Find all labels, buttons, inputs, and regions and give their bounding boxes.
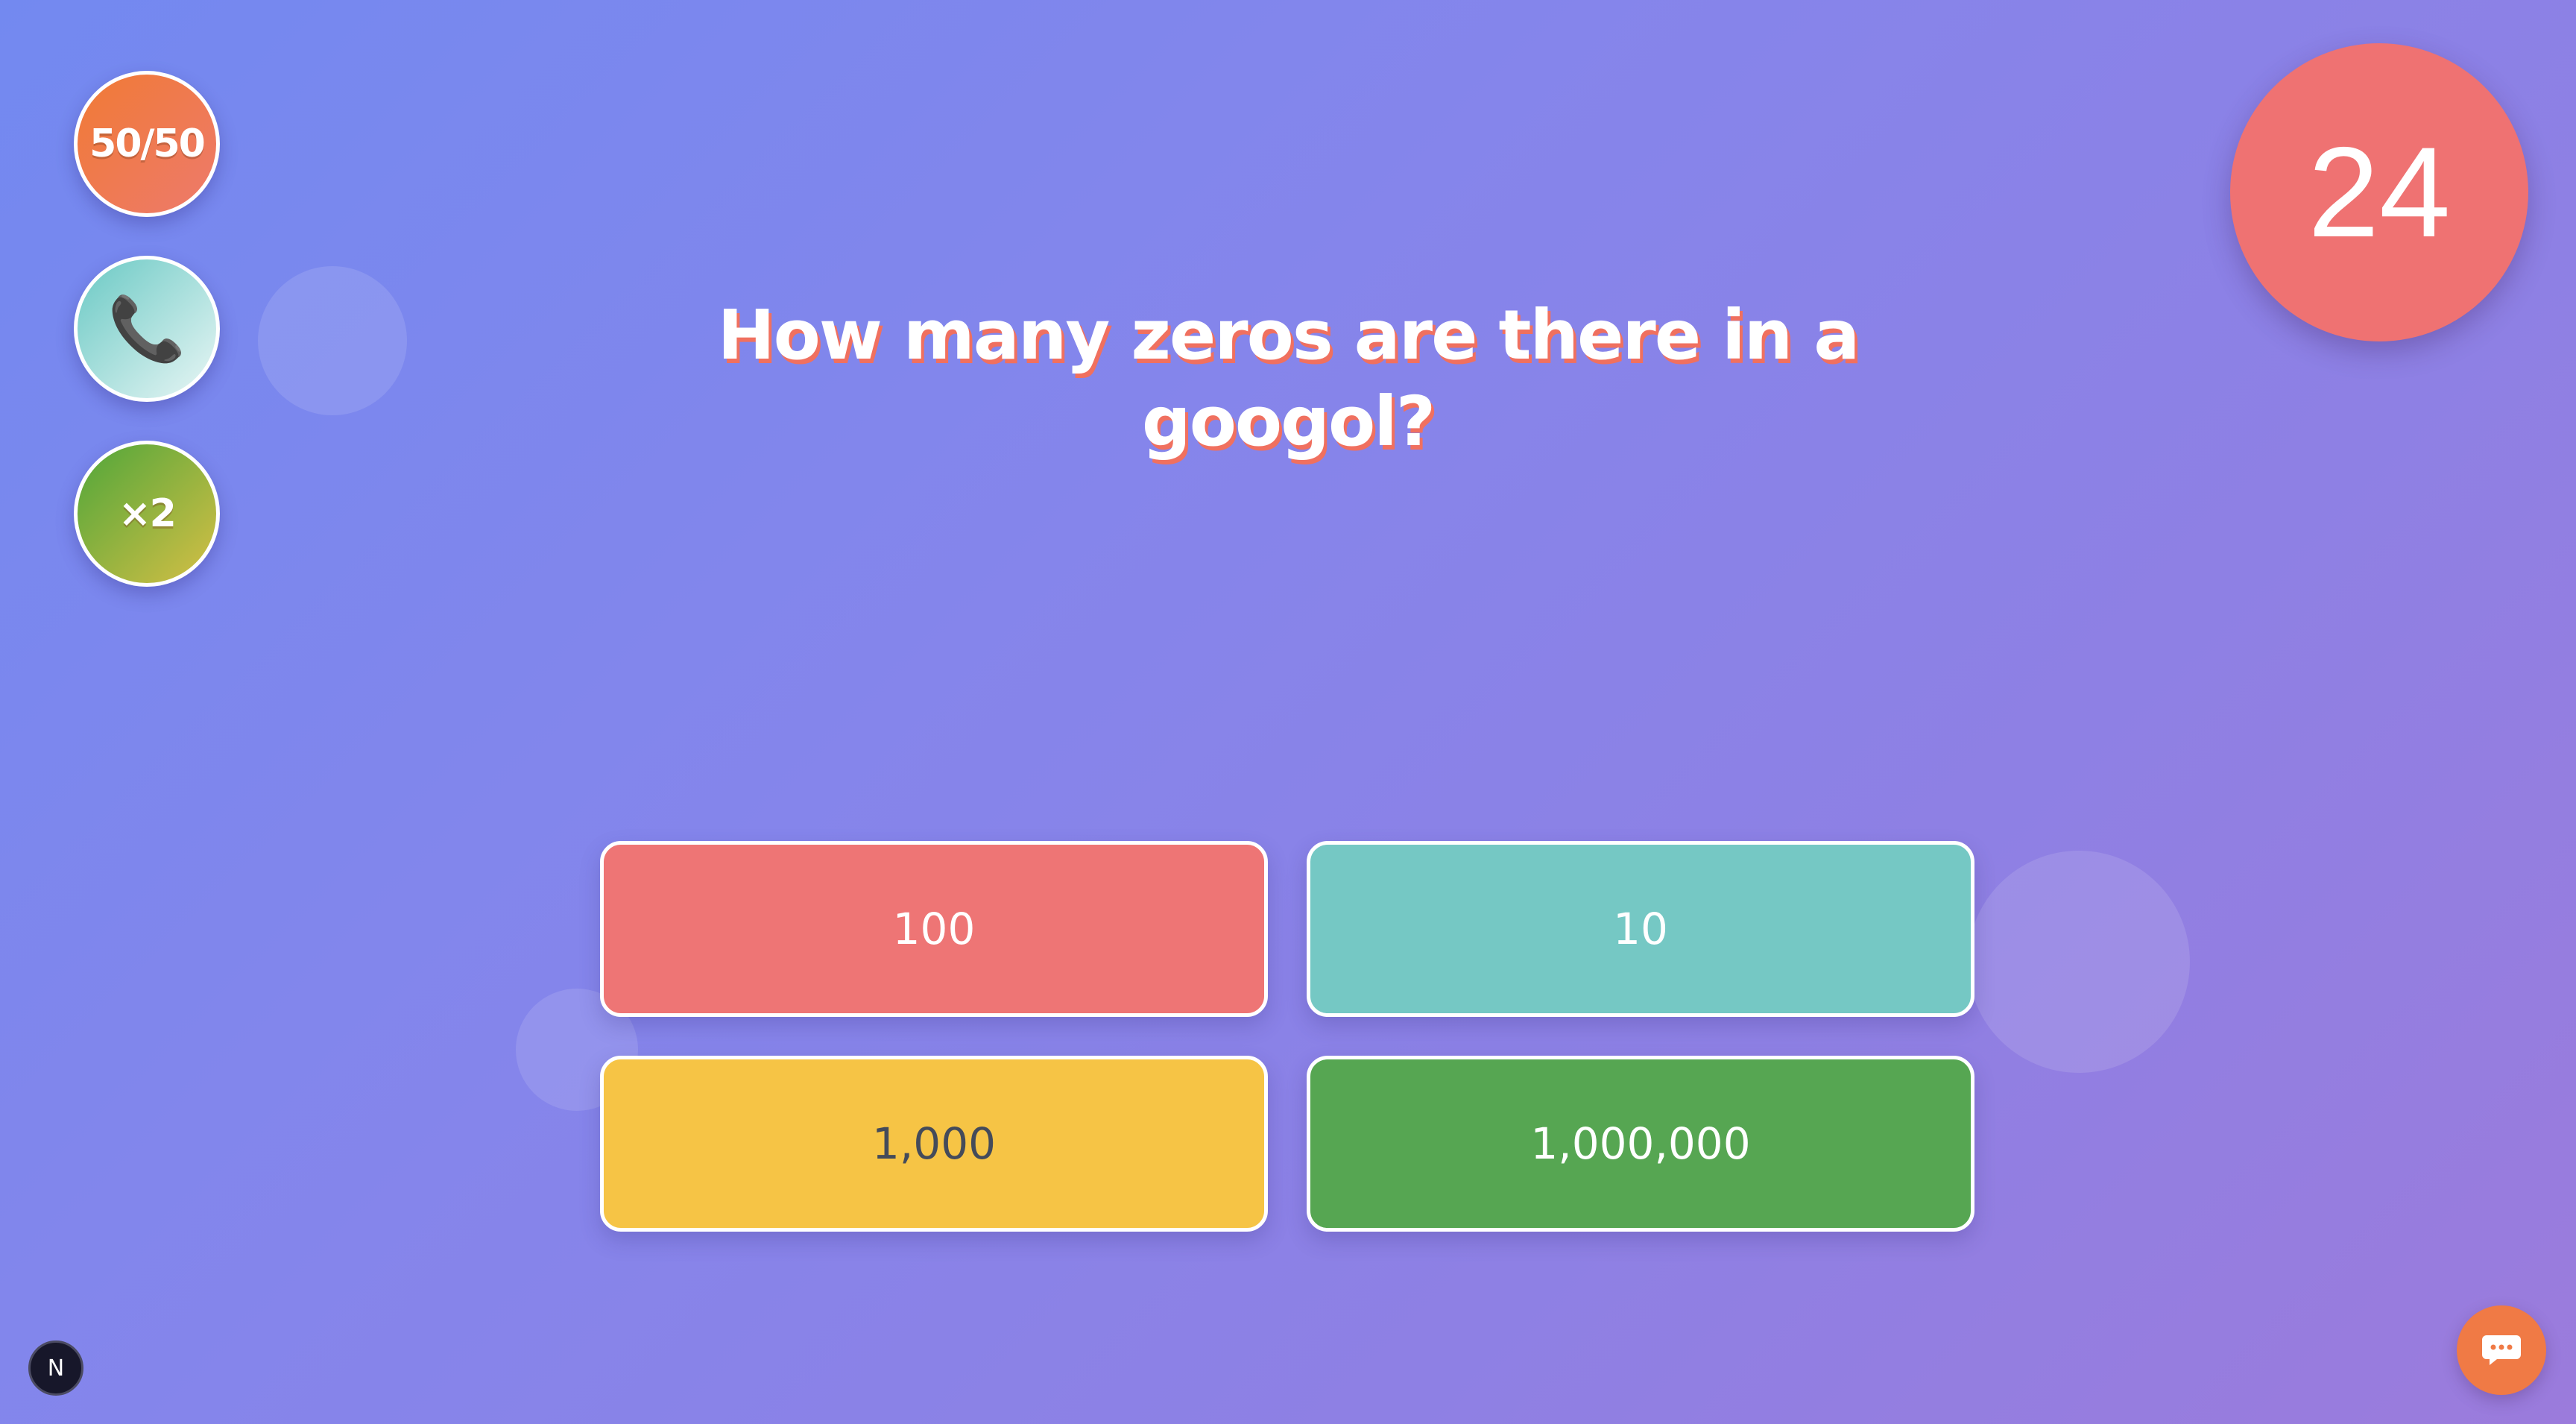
countdown-timer: 24 bbox=[2230, 43, 2528, 341]
question-text: How many zeros are there in a googol? bbox=[717, 295, 1860, 461]
dev-indicator-label: N bbox=[47, 1355, 65, 1382]
answer-option-a[interactable]: 100 bbox=[600, 841, 1268, 1017]
answer-option-label: 1,000 bbox=[871, 1118, 997, 1169]
decorative-bubble bbox=[1968, 851, 2190, 1073]
answer-option-c[interactable]: 1,000 bbox=[600, 1056, 1268, 1232]
fifty-fifty-label: 50/50 bbox=[89, 122, 206, 166]
chat-button[interactable] bbox=[2457, 1305, 2546, 1395]
answer-option-b[interactable]: 10 bbox=[1307, 841, 1974, 1017]
decorative-bubble bbox=[258, 266, 407, 415]
phone-icon: 📞 bbox=[107, 292, 186, 365]
dev-indicator-badge[interactable]: N bbox=[28, 1340, 83, 1396]
answer-option-d[interactable]: 1,000,000 bbox=[1307, 1056, 1974, 1232]
phone-a-friend-lifeline-button[interactable]: 📞 bbox=[74, 256, 220, 402]
double-points-label: ×2 bbox=[119, 491, 177, 536]
answer-option-label: 10 bbox=[1613, 904, 1668, 954]
fifty-fifty-lifeline-button[interactable]: 50/50 bbox=[74, 71, 220, 217]
answer-option-label: 100 bbox=[892, 904, 976, 954]
chat-bubble-icon bbox=[2482, 1335, 2521, 1365]
timer-value: 24 bbox=[2308, 121, 2451, 264]
answer-option-label: 1,000,000 bbox=[1530, 1118, 1751, 1169]
double-points-lifeline-button[interactable]: ×2 bbox=[74, 441, 220, 587]
